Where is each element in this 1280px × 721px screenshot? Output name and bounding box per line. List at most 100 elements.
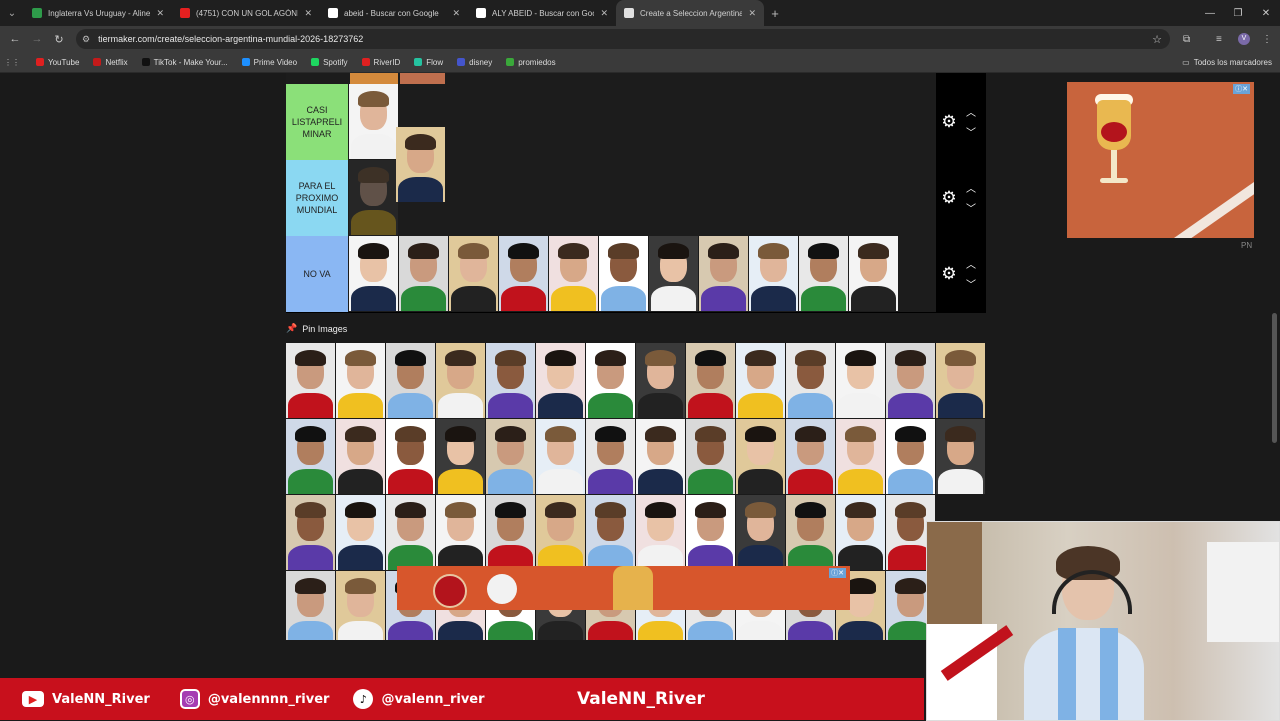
player-photo[interactable]	[749, 236, 798, 311]
player-photo[interactable]	[649, 236, 698, 311]
gear-icon[interactable]: ⚙	[940, 189, 958, 207]
player-photo[interactable]	[836, 343, 885, 418]
player-photo[interactable]	[386, 343, 435, 418]
player-photo[interactable]	[399, 236, 448, 311]
player-photo[interactable]	[586, 419, 635, 494]
player-photo[interactable]	[836, 419, 885, 494]
player-photo[interactable]	[886, 419, 935, 494]
player-photo[interactable]	[286, 495, 335, 570]
back-icon[interactable]: ←	[4, 33, 26, 45]
bookmark-item[interactable]: Netflix	[93, 58, 128, 67]
player-photo[interactable]	[686, 419, 735, 494]
player-photo[interactable]	[736, 495, 785, 570]
browser-tab[interactable]: Create a Seleccion Argentina M ✕	[616, 0, 764, 26]
all-bookmarks[interactable]: ▭ Todos los marcadores	[1182, 52, 1272, 72]
player-photo[interactable]	[786, 495, 835, 570]
player-photo[interactable]	[336, 419, 385, 494]
tab-search-icon[interactable]: ⌄	[0, 0, 24, 26]
player-photo[interactable]	[349, 84, 398, 159]
tier-label[interactable]: CASI LISTAPRELI MINAR	[286, 84, 348, 160]
player-photo[interactable]	[636, 343, 685, 418]
player-photo[interactable]	[936, 343, 985, 418]
tier-label[interactable]: NO VA	[286, 236, 348, 312]
move-up-icon[interactable]: ︿	[966, 104, 976, 119]
bookmark-item[interactable]: TikTok - Make Your...	[141, 58, 228, 67]
ad-info-icon[interactable]: ⓘ✕	[829, 568, 846, 578]
reload-icon[interactable]: ↻	[48, 33, 70, 46]
site-info-icon[interactable]: ⚙	[82, 34, 90, 45]
player-photo[interactable]	[499, 236, 548, 311]
gear-icon[interactable]: ⚙	[940, 265, 958, 283]
player-photo[interactable]	[699, 236, 748, 311]
bookmark-item[interactable]: disney	[457, 58, 492, 67]
move-up-icon[interactable]: ︿	[966, 256, 976, 271]
player-photo[interactable]	[686, 495, 735, 570]
close-tab-icon[interactable]: ✕	[452, 8, 460, 19]
player-photo[interactable]	[436, 495, 485, 570]
player-photo[interactable]	[436, 343, 485, 418]
browser-tab[interactable]: (4751) CON UN GOL AGÓNICO ✕	[172, 0, 320, 26]
player-photo[interactable]	[536, 343, 585, 418]
player-photo[interactable]	[736, 343, 785, 418]
gear-icon[interactable]: ⚙	[940, 113, 958, 131]
minimize-icon[interactable]: —	[1196, 0, 1224, 26]
player-photo[interactable]	[936, 419, 985, 494]
player-photo[interactable]	[536, 495, 585, 570]
player-photo[interactable]	[336, 343, 385, 418]
player-photo[interactable]	[486, 343, 535, 418]
player-photo[interactable]	[886, 343, 935, 418]
player-photo[interactable]	[586, 343, 635, 418]
restore-icon[interactable]: ❐	[1224, 0, 1252, 26]
scrollbar-thumb[interactable]	[1272, 313, 1277, 443]
player-photo[interactable]	[786, 419, 835, 494]
player-photo[interactable]	[336, 495, 385, 570]
pin-images-toggle[interactable]: 📌 Pin Images	[286, 323, 347, 334]
player-photo[interactable]	[400, 73, 445, 84]
menu-icon[interactable]: ⋮	[1262, 26, 1272, 52]
player-photo[interactable]	[786, 343, 835, 418]
move-down-icon[interactable]: ﹀	[966, 124, 976, 139]
media-icon[interactable]: ≡	[1216, 26, 1222, 52]
close-tab-icon[interactable]: ✕	[156, 8, 164, 19]
apps-icon[interactable]: ⋮⋮	[0, 58, 24, 67]
move-up-icon[interactable]: ︿	[966, 180, 976, 195]
player-photo[interactable]	[286, 419, 335, 494]
forward-icon[interactable]: →	[26, 33, 48, 45]
ad-banner[interactable]: ⓘ✕	[1067, 82, 1254, 238]
player-photo[interactable]	[686, 343, 735, 418]
bookmark-item[interactable]: promiedos	[506, 58, 556, 67]
bookmark-item[interactable]: RiverID	[361, 58, 400, 67]
profile-avatar[interactable]: V	[1238, 26, 1250, 52]
bookmark-item[interactable]: Spotify	[311, 58, 348, 67]
player-photo[interactable]	[349, 160, 398, 235]
browser-tab[interactable]: ALY ABEID - Buscar con Google ✕	[468, 0, 616, 26]
player-photo[interactable]	[386, 419, 435, 494]
player-photo[interactable]	[849, 236, 898, 311]
player-photo[interactable]	[286, 571, 335, 640]
player-photo[interactable]	[286, 343, 335, 418]
player-photo[interactable]	[736, 419, 785, 494]
bookmark-star-icon[interactable]: ☆	[1152, 33, 1162, 46]
bookmark-item[interactable]: Flow	[414, 58, 443, 67]
player-photo[interactable]	[799, 236, 848, 311]
move-down-icon[interactable]: ﹀	[966, 276, 976, 291]
bookmark-item[interactable]: Prime Video	[241, 58, 297, 67]
player-photo[interactable]	[436, 419, 485, 494]
browser-tab[interactable]: abeid - Buscar con Google ✕	[320, 0, 468, 26]
close-tab-icon[interactable]: ✕	[600, 8, 608, 19]
browser-tab[interactable]: Inglaterra Vs Uruguay - Alineaci ✕	[24, 0, 172, 26]
close-window-icon[interactable]: ✕	[1252, 0, 1280, 26]
player-photo[interactable]	[636, 495, 685, 570]
bookmark-item[interactable]: YouTube	[36, 58, 79, 67]
close-tab-icon[interactable]: ✕	[304, 8, 312, 19]
player-photo[interactable]	[536, 419, 585, 494]
player-photo[interactable]	[396, 127, 445, 202]
player-photo[interactable]	[486, 495, 535, 570]
player-photo[interactable]	[599, 236, 648, 311]
player-photo[interactable]	[486, 419, 535, 494]
player-photo[interactable]	[549, 236, 598, 311]
ad-info-icon[interactable]: ⓘ✕	[1233, 84, 1250, 94]
player-photo[interactable]	[350, 73, 398, 84]
address-bar[interactable]: ⚙ tiermaker.com/create/seleccion-argenti…	[76, 29, 1170, 49]
player-photo[interactable]	[586, 495, 635, 570]
